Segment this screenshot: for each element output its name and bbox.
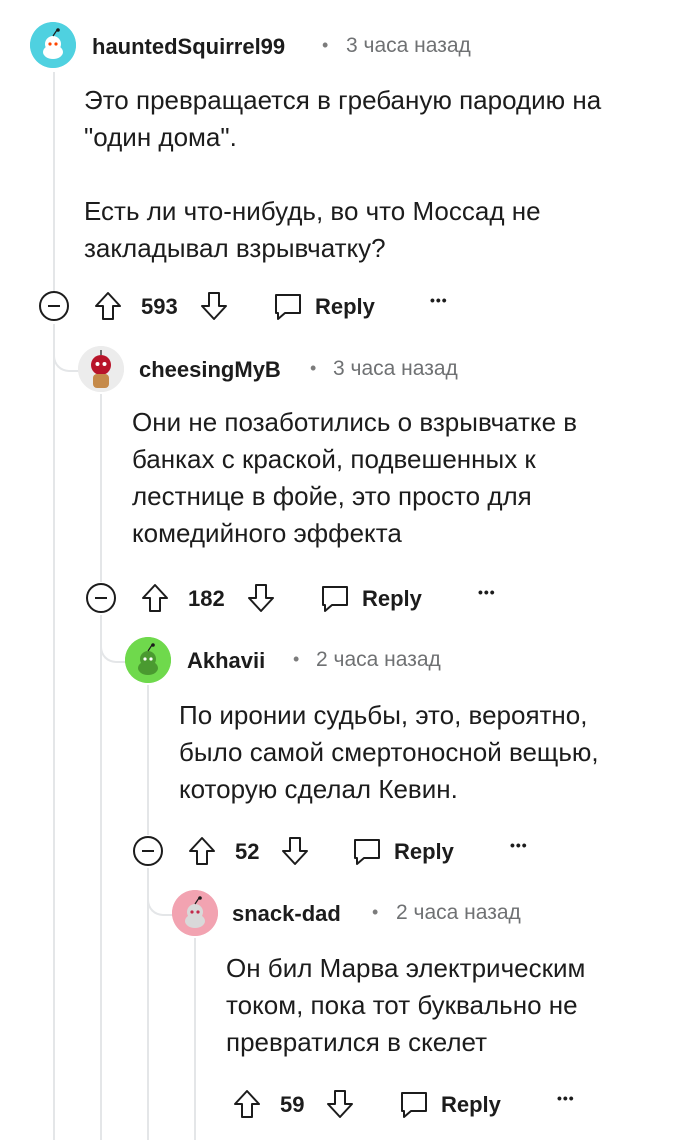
separator-dot: • (310, 358, 317, 378)
comment-paragraph: По иронии судьбы, это, вероятно, было са… (179, 700, 599, 804)
separator-dot: • (293, 649, 300, 669)
arrow-down-icon (282, 837, 308, 865)
thread-line-level-2 (100, 394, 102, 582)
separator-dot: • (372, 902, 379, 922)
chat-bubble-icon (322, 586, 348, 612)
reply-label[interactable]: Reply (394, 839, 454, 865)
collapse-button[interactable] (85, 582, 117, 614)
comment-paragraph: Они не позаботились о взрывчатке в банка… (132, 407, 578, 548)
username[interactable]: snack-dad (232, 901, 341, 927)
downvote-button[interactable] (325, 1088, 355, 1120)
snoo-avatar-icon (78, 346, 124, 392)
avatar[interactable] (30, 22, 76, 68)
timestamp: 3 часа назад (346, 34, 471, 57)
comment-body: Он бил Марва электрическим током, пока т… (226, 950, 646, 1061)
thread-line-level-2-cont (100, 615, 102, 1140)
downvote-button[interactable] (246, 582, 276, 614)
more-options-button[interactable]: ••• (510, 837, 528, 853)
arrow-down-icon (248, 584, 274, 612)
avatar[interactable] (125, 637, 171, 683)
chat-bubble-icon (354, 839, 380, 865)
vote-count: 59 (280, 1092, 305, 1117)
comment-body: Они не позаботились о взрывчатке в банка… (132, 404, 632, 552)
separator-dot: • (322, 35, 329, 55)
reply-button[interactable] (272, 290, 304, 322)
chat-bubble-icon (401, 1092, 427, 1118)
vote-count: 593 (141, 294, 178, 319)
snoo-avatar-icon (172, 890, 218, 936)
downvote-button[interactable] (199, 290, 229, 322)
arrow-up-icon (95, 292, 121, 320)
downvote-button[interactable] (280, 835, 310, 867)
comment-actions: 593 Reply ••• (0, 286, 700, 326)
vote-count: 52 (235, 839, 260, 864)
comment-actions: 52 Reply ••• (0, 831, 700, 871)
thread-elbow-3 (100, 615, 128, 663)
minus-circle-icon (133, 836, 163, 866)
thread-elbow-4 (147, 868, 175, 916)
collapse-button[interactable] (132, 835, 164, 867)
avatar[interactable] (78, 346, 124, 392)
comment-actions: 182 Reply ••• (0, 578, 700, 618)
reply-label[interactable]: Reply (441, 1092, 501, 1118)
minus-circle-icon (86, 583, 116, 613)
snoo-avatar-icon (30, 22, 76, 68)
thread-line-level-3 (147, 685, 149, 835)
username[interactable]: Akhavii (187, 648, 265, 674)
snoo-avatar-icon (125, 637, 171, 683)
comment-paragraph: Это превращается в гребаную пародию на "… (84, 85, 602, 152)
reply-label[interactable]: Reply (315, 294, 375, 320)
thread-line-level-1 (53, 72, 55, 292)
reply-button[interactable] (398, 1088, 430, 1120)
username[interactable]: hauntedSquirrel99 (92, 34, 285, 60)
timestamp: 2 часа назад (316, 648, 441, 671)
comment-body: По иронии судьбы, это, вероятно, было са… (179, 697, 649, 808)
upvote-button[interactable] (140, 582, 170, 614)
comment-paragraph: Есть ли что-нибудь, во что Моссад не зак… (84, 196, 541, 263)
comment-paragraph: Он бил Марва электрическим током, пока т… (226, 953, 586, 1057)
collapse-button[interactable] (38, 290, 70, 322)
minus-circle-icon (39, 291, 69, 321)
arrow-up-icon (234, 1090, 260, 1118)
vote-count: 182 (188, 586, 225, 611)
upvote-button[interactable] (93, 290, 123, 322)
upvote-button[interactable] (232, 1088, 262, 1120)
thread-line-level-1-cont (53, 324, 55, 1140)
timestamp: 2 часа назад (396, 901, 521, 924)
more-options-button[interactable]: ••• (478, 584, 496, 600)
chat-bubble-icon (275, 294, 301, 320)
reply-label[interactable]: Reply (362, 586, 422, 612)
username[interactable]: cheesingMyB (139, 357, 281, 383)
upvote-button[interactable] (187, 835, 217, 867)
more-options-button[interactable]: ••• (430, 292, 448, 308)
arrow-up-icon (142, 584, 168, 612)
avatar[interactable] (172, 890, 218, 936)
comment-actions: 59 Reply ••• (0, 1084, 700, 1124)
arrow-down-icon (327, 1090, 353, 1118)
arrow-up-icon (189, 837, 215, 865)
reply-button[interactable] (351, 835, 383, 867)
more-options-button[interactable]: ••• (557, 1090, 575, 1106)
reply-button[interactable] (319, 582, 351, 614)
thread-elbow-2 (53, 324, 81, 372)
arrow-down-icon (201, 292, 227, 320)
timestamp: 3 часа назад (333, 357, 458, 380)
comment-body: Это превращается в гребаную пародию на "… (84, 82, 674, 267)
